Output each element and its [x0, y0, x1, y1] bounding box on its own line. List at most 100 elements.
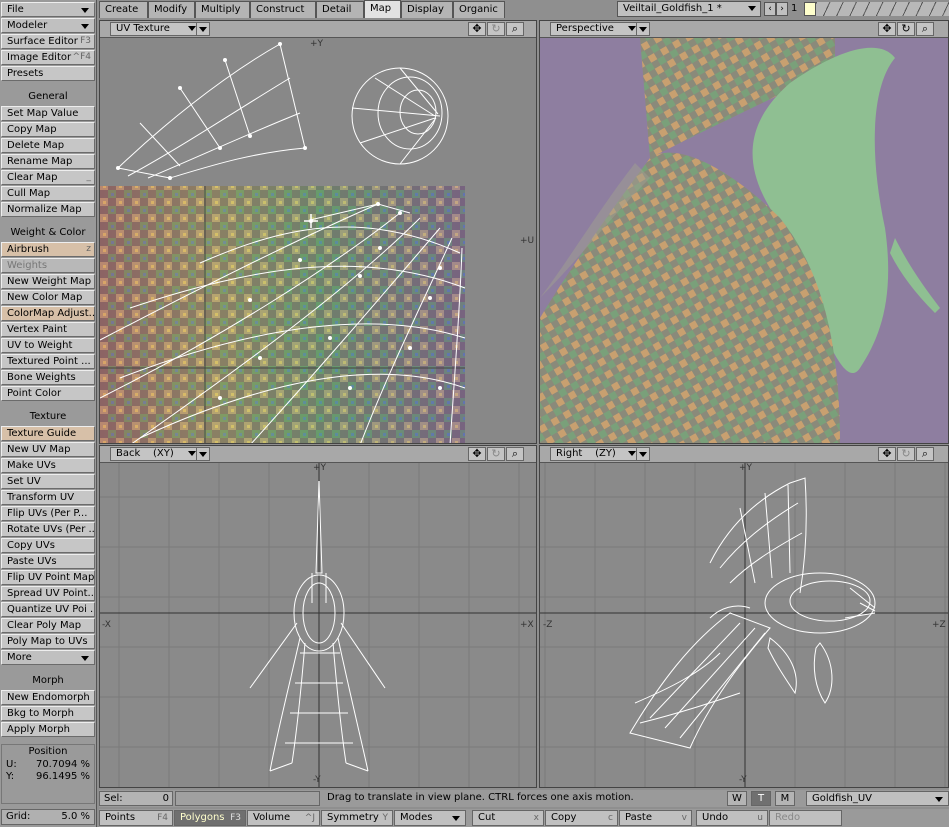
view-type-selector[interactable]: Right (ZY)	[550, 447, 640, 461]
cut-button[interactable]: Cut x	[472, 810, 544, 826]
tab-create[interactable]: Create	[99, 1, 148, 18]
viewport-header: Back (XY) ✥ ↻ ⌕	[100, 446, 536, 463]
viewport-uv-texture[interactable]: UV Texture ✥ ↻ ⌕ +Y +U	[99, 20, 537, 444]
flip-uv-point-map-button[interactable]: Flip UV Point Map	[1, 570, 95, 585]
layer-1-toggle[interactable]	[804, 2, 816, 16]
axis-label-bottom: -Y	[313, 775, 321, 785]
tab-map[interactable]: Map	[364, 0, 401, 18]
tab-organic[interactable]: Organic	[453, 1, 505, 18]
tab-detail[interactable]: Detail	[316, 1, 364, 18]
zoom-icon[interactable]: ⌕	[506, 447, 524, 461]
modeler-menu[interactable]: Modeler	[1, 18, 95, 33]
rotate-uvs-button[interactable]: Rotate UVs (Per ...	[1, 522, 95, 537]
render-mode-selector[interactable]	[196, 22, 210, 36]
quantize-uv-point-button[interactable]: Quantize UV Poi ...	[1, 602, 95, 617]
flip-uvs-button[interactable]: Flip UVs (Per P...	[1, 506, 95, 521]
render-mode-selector[interactable]	[636, 22, 650, 36]
volume-mode-button[interactable]: Volume ^J	[247, 810, 320, 826]
points-mode-button[interactable]: Points F4	[99, 810, 173, 826]
copy-map-button[interactable]: Copy Map	[1, 122, 95, 137]
bkg-to-morph-button[interactable]: Bkg to Morph	[1, 706, 95, 721]
move-icon[interactable]: ✥	[878, 22, 896, 36]
colormap-adjust-button[interactable]: ColorMap Adjust...	[1, 306, 95, 321]
rotate-icon[interactable]: ↻	[897, 447, 915, 461]
transform-uv-button[interactable]: Transform UV	[1, 490, 95, 505]
rotate-icon[interactable]: ↻	[487, 447, 505, 461]
presets-button[interactable]: Presets	[1, 66, 95, 81]
texture-guide-button[interactable]: Texture Guide	[1, 426, 95, 441]
tab-construct[interactable]: Construct	[250, 1, 316, 18]
tab-display[interactable]: Display	[401, 1, 453, 18]
uv-to-weight-button[interactable]: UV to Weight	[1, 338, 95, 353]
polygons-mode-button[interactable]: Polygons F3	[174, 810, 246, 826]
layer-bank[interactable]	[804, 2, 949, 16]
cull-map-button[interactable]: Cull Map	[1, 186, 95, 201]
undo-button[interactable]: Undo u	[696, 810, 768, 826]
render-mode-selector[interactable]	[196, 447, 210, 461]
weight-mode-button[interactable]: W	[727, 791, 747, 806]
move-icon[interactable]: ✥	[878, 447, 896, 461]
delete-map-button[interactable]: Delete Map	[1, 138, 95, 153]
image-editor-button[interactable]: Image Editor ^F4	[1, 50, 95, 65]
zoom-icon[interactable]: ⌕	[916, 22, 934, 36]
v-value: 96.1495 %	[35, 771, 90, 782]
back-canvas[interactable]: +Y -Y -X +X	[100, 463, 536, 787]
viewport-back[interactable]: Back (XY) ✥ ↻ ⌕ +Y -Y -X +X	[99, 445, 537, 788]
rotate-icon[interactable]: ↻	[487, 22, 505, 36]
point-color-button[interactable]: Point Color	[1, 386, 95, 401]
new-color-map-button[interactable]: New Color Map	[1, 290, 95, 305]
modeler-window: File Modeler Surface Editor F3 Image Edit…	[0, 0, 949, 827]
viewport-perspective[interactable]: Perspective ✥ ↻ ⌕	[539, 20, 949, 444]
right-canvas[interactable]: +Y -Y -Z +Z	[540, 463, 948, 787]
move-icon[interactable]: ✥	[468, 447, 486, 461]
copy-uvs-button[interactable]: Copy UVs	[1, 538, 95, 553]
weights-button[interactable]: Weights	[1, 258, 95, 273]
bone-weights-button[interactable]: Bone Weights	[1, 370, 95, 385]
surface-editor-button[interactable]: Surface Editor F3	[1, 34, 95, 49]
poly-map-to-uvs-button[interactable]: Poly Map to UVs	[1, 634, 95, 649]
vertex-map-selector[interactable]: Goldfish_UV	[806, 791, 949, 806]
airbrush-button[interactable]: Airbrush z	[1, 242, 95, 257]
paste-uvs-button[interactable]: Paste UVs	[1, 554, 95, 569]
rename-map-button[interactable]: Rename Map	[1, 154, 95, 169]
file-menu[interactable]: File	[1, 2, 95, 17]
set-map-value-button[interactable]: Set Map Value	[1, 106, 95, 121]
next-object-icon[interactable]: ›	[776, 2, 788, 16]
redo-button[interactable]: Redo	[769, 810, 842, 826]
view-type-selector[interactable]: Perspective	[550, 22, 640, 36]
spread-uv-point-button[interactable]: Spread UV Point...	[1, 586, 95, 601]
perspective-canvas[interactable]	[540, 38, 948, 443]
tab-multiply[interactable]: Multiply	[195, 1, 250, 18]
symmetry-button[interactable]: Symmetry Y	[321, 810, 393, 826]
rotate-icon[interactable]: ↻	[897, 22, 915, 36]
morph-mode-button[interactable]: M	[775, 791, 795, 806]
normalize-map-button[interactable]: Normalize Map	[1, 202, 95, 217]
copy-button[interactable]: Copy c	[545, 810, 618, 826]
zoom-icon[interactable]: ⌕	[506, 22, 524, 36]
shortcut: _	[86, 172, 92, 182]
texture-mode-button[interactable]: T	[751, 791, 771, 806]
document-selector[interactable]: Veiltail_Goldfish_1 *	[617, 1, 761, 17]
make-uvs-button[interactable]: Make UVs	[1, 458, 95, 473]
view-type-selector[interactable]: UV Texture	[110, 22, 200, 36]
viewport-right[interactable]: Right (ZY) ✥ ↻ ⌕ +Y -Y -Z +Z	[539, 445, 949, 788]
vertex-paint-button[interactable]: Vertex Paint	[1, 322, 95, 337]
paste-button[interactable]: Paste v	[619, 810, 692, 826]
modes-menu[interactable]: Modes	[394, 810, 466, 826]
zoom-icon[interactable]: ⌕	[916, 447, 934, 461]
prev-object-icon[interactable]: ‹	[764, 2, 776, 16]
render-mode-selector[interactable]	[636, 447, 650, 461]
new-endomorph-button[interactable]: New Endomorph	[1, 690, 95, 705]
view-type-selector[interactable]: Back (XY)	[110, 447, 200, 461]
more-menu[interactable]: More	[1, 650, 95, 665]
uv-canvas[interactable]: +Y +U	[100, 38, 536, 443]
apply-morph-button[interactable]: Apply Morph	[1, 722, 95, 737]
clear-poly-map-button[interactable]: Clear Poly Map	[1, 618, 95, 633]
textured-point-button[interactable]: Textured Point ...	[1, 354, 95, 369]
clear-map-button[interactable]: Clear Map _	[1, 170, 95, 185]
tab-modify[interactable]: Modify	[148, 1, 195, 18]
move-icon[interactable]: ✥	[468, 22, 486, 36]
set-uv-button[interactable]: Set UV	[1, 474, 95, 489]
new-weight-map-button[interactable]: New Weight Map	[1, 274, 95, 289]
new-uv-map-button[interactable]: New UV Map	[1, 442, 95, 457]
